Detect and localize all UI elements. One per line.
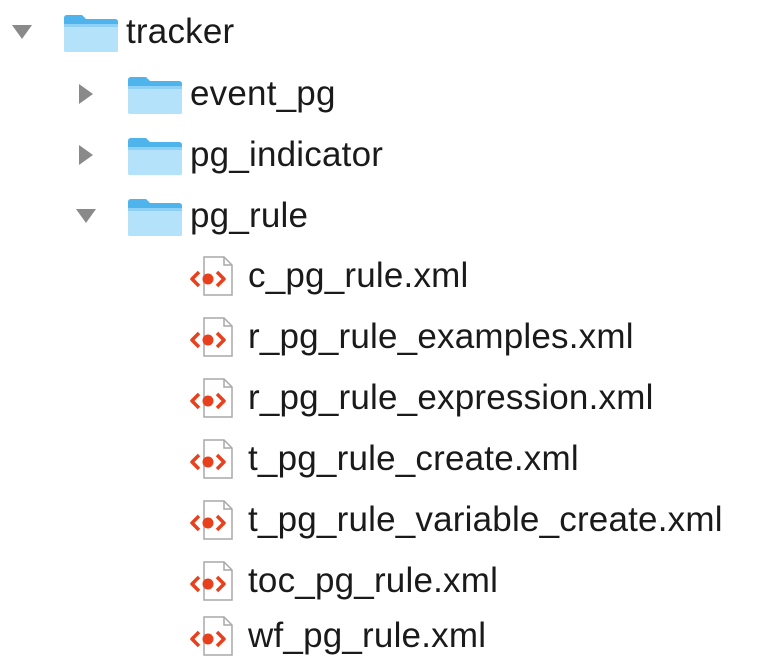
file-label: toc_pg_rule.xml	[248, 561, 499, 600]
file-label: r_pg_rule_examples.xml	[248, 317, 634, 356]
tree-row-file[interactable]: c_pg_rule.xml	[190, 246, 468, 306]
xml-file-icon	[190, 498, 240, 542]
tree-row-file[interactable]: wf_pg_rule.xml	[190, 606, 486, 666]
xml-file-icon	[190, 315, 240, 359]
tree-row-pg-indicator[interactable]: pg_indicator	[74, 125, 383, 185]
xml-file-icon	[190, 437, 240, 481]
file-label: r_pg_rule_expression.xml	[248, 378, 654, 417]
disclosure-collapsed-icon[interactable]	[74, 82, 98, 106]
folder-icon	[126, 194, 184, 238]
folder-icon	[62, 10, 120, 54]
xml-file-icon	[190, 376, 240, 420]
tree-row-pg-rule[interactable]: pg_rule	[74, 186, 308, 246]
file-tree: tracker event_pg pg_indicator pg_rule c_…	[0, 0, 779, 666]
tree-row-file[interactable]: r_pg_rule_examples.xml	[190, 307, 634, 367]
disclosure-collapsed-icon[interactable]	[74, 143, 98, 167]
folder-label: event_pg	[190, 74, 336, 113]
tree-row-tracker[interactable]: tracker	[10, 2, 234, 62]
xml-file-icon	[190, 614, 240, 658]
file-label: wf_pg_rule.xml	[248, 616, 487, 655]
file-label: t_pg_rule_variable_create.xml	[248, 500, 723, 539]
tree-row-file[interactable]: t_pg_rule_variable_create.xml	[190, 490, 723, 550]
folder-label: pg_indicator	[190, 135, 384, 174]
disclosure-expanded-icon[interactable]	[74, 204, 98, 228]
folder-label: pg_rule	[190, 196, 309, 235]
tree-row-file[interactable]: t_pg_rule_create.xml	[190, 429, 579, 489]
tree-row-event-pg[interactable]: event_pg	[74, 64, 336, 124]
tree-row-file[interactable]: r_pg_rule_expression.xml	[190, 368, 654, 428]
file-label: t_pg_rule_create.xml	[248, 439, 579, 478]
folder-icon	[126, 133, 184, 177]
xml-file-icon	[190, 559, 240, 603]
xml-file-icon	[190, 254, 240, 298]
disclosure-expanded-icon[interactable]	[10, 20, 34, 44]
folder-icon	[126, 72, 184, 116]
tree-row-file[interactable]: toc_pg_rule.xml	[190, 551, 498, 611]
folder-label: tracker	[126, 12, 235, 51]
file-label: c_pg_rule.xml	[248, 256, 469, 295]
